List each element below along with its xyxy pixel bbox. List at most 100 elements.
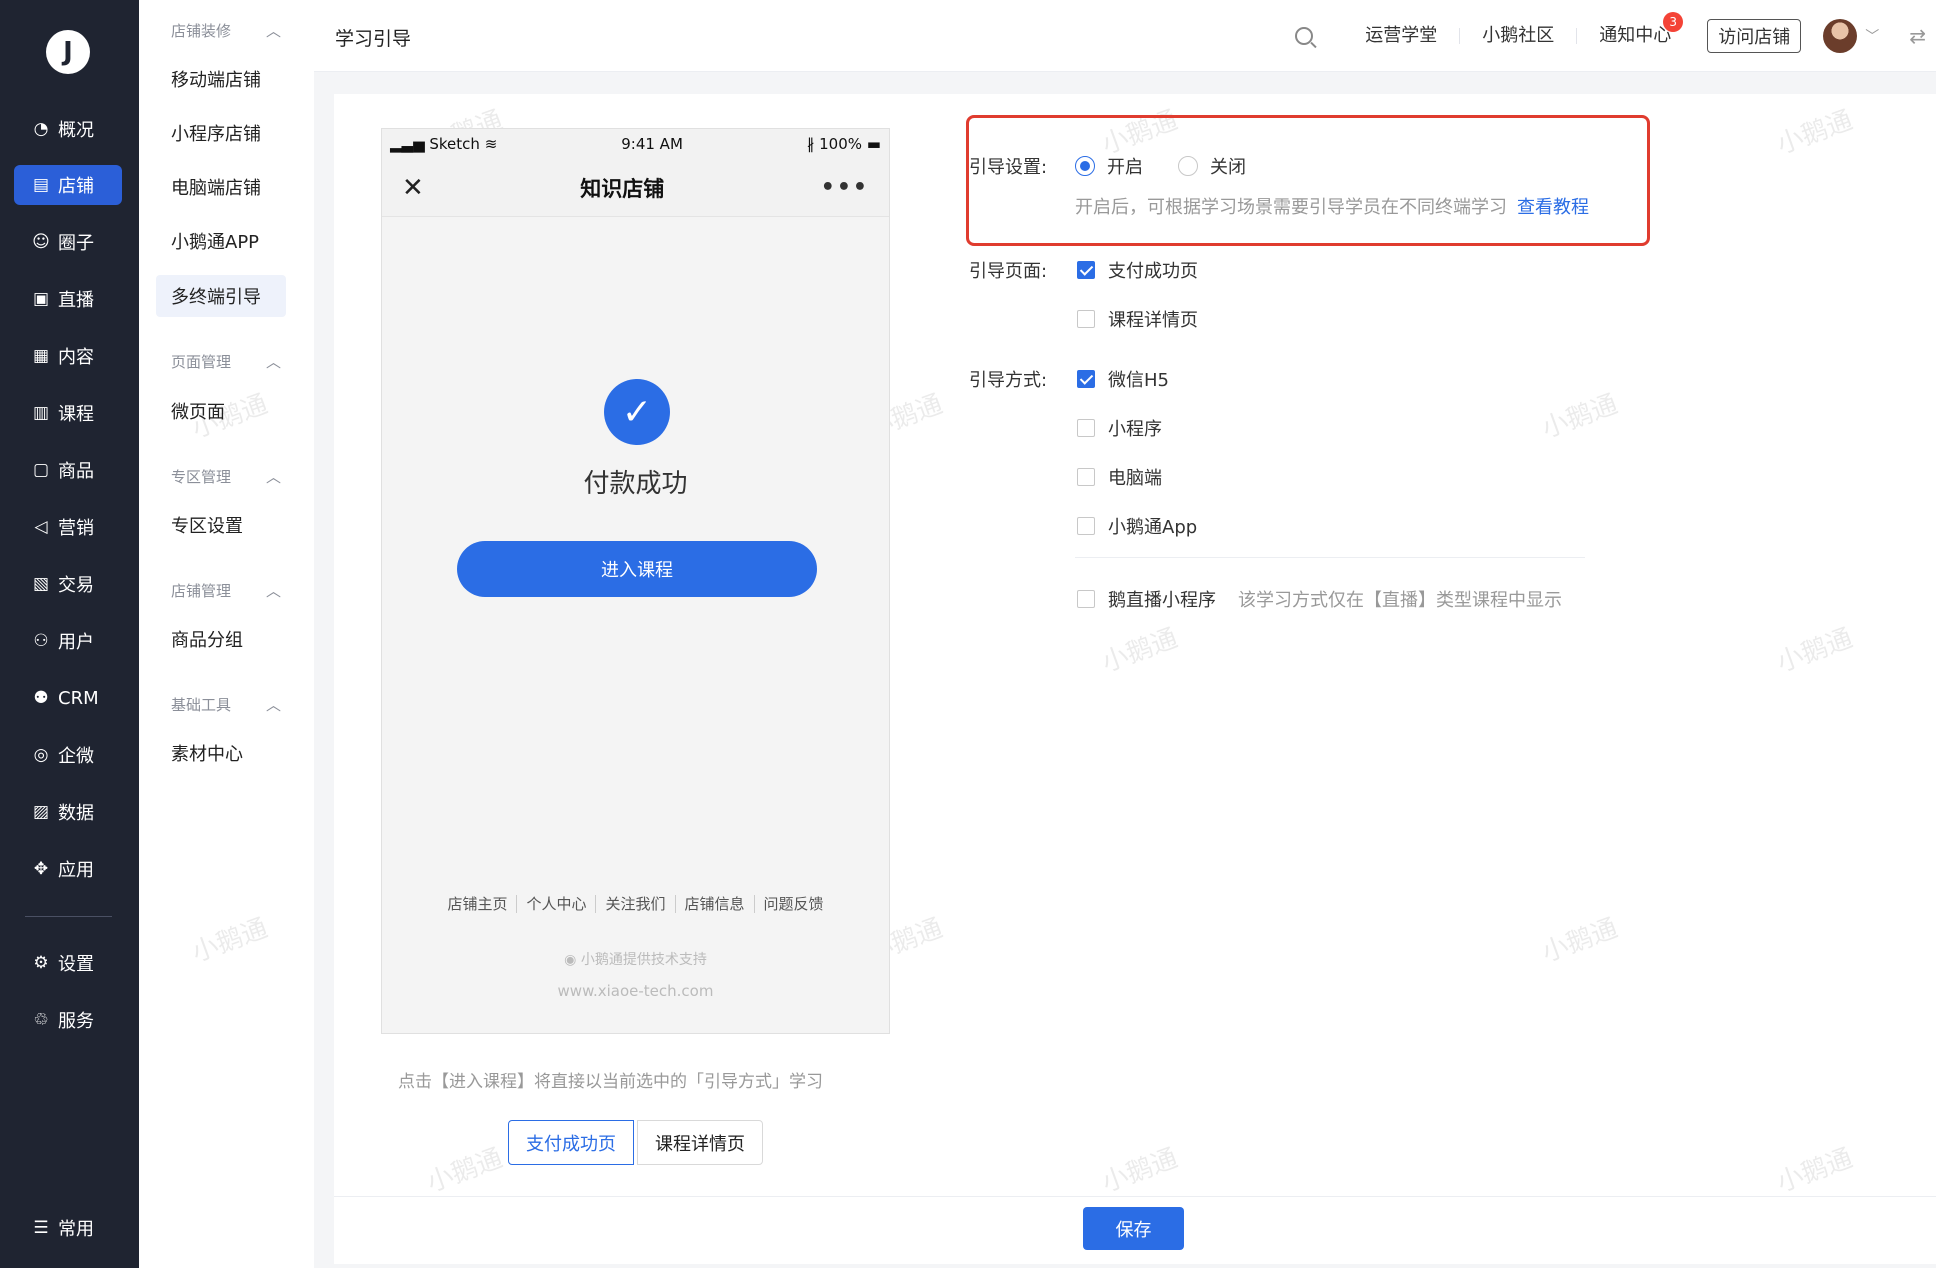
checkbox-app[interactable]: 小鹅通App	[1077, 513, 1197, 539]
radio-button-checked[interactable]	[1075, 156, 1095, 176]
visit-store-button[interactable]: 访问店铺	[1707, 19, 1802, 53]
subnav-item-zone-settings[interactable]: 专区设置	[156, 504, 286, 546]
tutorial-link[interactable]: 查看教程	[1517, 197, 1589, 218]
nav-item-goods[interactable]: ▢ 商品	[14, 450, 122, 490]
more-icon[interactable]: •••	[821, 175, 869, 200]
avatar[interactable]	[1823, 19, 1858, 53]
nav-label: 内容	[58, 347, 94, 368]
checkbox-wechat-h5[interactable]: 微信H5	[1077, 366, 1169, 392]
main-sidebar: J ◔ 概况 ▤ 店铺 ☺ 圈子 ▣ 直播 ▦ 内容 ▥ 课程 ▢ 商品 ◁ 营销 ▧ 交易 ⚇ 用…	[0, 0, 139, 1268]
brand-logo[interactable]: J	[46, 30, 90, 74]
checkbox-unchecked[interactable]	[1077, 310, 1095, 328]
nav-item-overview[interactable]: ◔ 概况	[14, 109, 122, 149]
nav-label: 营销	[58, 518, 94, 539]
carrier-text: ▂▃▅ Sketch ≋	[390, 135, 497, 153]
checkbox-label: 支付成功页	[1108, 261, 1198, 282]
subnav-group-decoration[interactable]: 店铺装修 ︿	[171, 20, 281, 41]
nav-item-data[interactable]: ▨ 数据	[14, 792, 122, 832]
nav-item-common[interactable]: ☰ 常用	[14, 1208, 122, 1248]
data-icon: ▨	[32, 802, 50, 822]
nav-item-marketing[interactable]: ◁ 营销	[14, 507, 122, 547]
radio-disable[interactable]: 关闭	[1178, 153, 1246, 179]
guide-description: 开启后，可根据学习场景需要引导学员在不同终端学习 查看教程	[1075, 193, 1589, 219]
guide-method-label: 引导方式:	[969, 370, 1048, 391]
group-title: 基础工具	[171, 696, 232, 714]
footer-link-follow[interactable]: 关注我们	[596, 895, 676, 913]
subnav-item-pc-store[interactable]: 电脑端店铺	[156, 166, 286, 208]
preview-hint: 点击【进入课程】将直接以当前选中的「引导方式」学习	[398, 1072, 823, 1092]
battery-icon: ▬	[866, 135, 881, 153]
checkbox-label: 微信H5	[1108, 370, 1169, 391]
wifi-icon: ≋	[484, 135, 498, 153]
subnav-group-pages[interactable]: 页面管理 ︿	[171, 351, 281, 372]
checkbox-payment-success[interactable]: 支付成功页	[1077, 257, 1198, 283]
subnav-group-zone[interactable]: 专区管理 ︿	[171, 466, 281, 487]
chart-pie-icon: ◔	[33, 119, 49, 139]
nav-item-settings[interactable]: ⚙ 设置	[14, 943, 122, 983]
subnav-item-goods-group[interactable]: 商品分组	[156, 618, 286, 660]
subnav-item-miniprogram-store[interactable]: 小程序店铺	[156, 112, 286, 154]
tab-course-detail[interactable]: 课程详情页	[637, 1120, 763, 1165]
site-url: www.xiaoe-tech.com	[557, 982, 714, 1000]
checkbox-unchecked[interactable]	[1077, 590, 1095, 608]
nav-item-user[interactable]: ⚇ 用户	[14, 621, 122, 661]
header-link-academy[interactable]: 运营学堂	[1343, 27, 1461, 45]
radio-enable[interactable]: 开启	[1075, 153, 1143, 179]
checkbox-miniprogram[interactable]: 小程序	[1077, 415, 1162, 441]
footer-link-home[interactable]: 店铺主页	[438, 895, 518, 913]
nav-item-content[interactable]: ▦ 内容	[14, 336, 122, 376]
subnav-group-store-mgmt[interactable]: 店铺管理 ︿	[171, 580, 281, 601]
checkbox-pc[interactable]: 电脑端	[1077, 464, 1162, 490]
radio-label: 关闭	[1210, 157, 1246, 178]
subnav-item-multi-terminal[interactable]: 多终端引导	[156, 275, 286, 317]
checkbox-unchecked[interactable]	[1077, 517, 1095, 535]
nav-label: 常用	[58, 1219, 94, 1240]
tab-payment-success[interactable]: 支付成功页	[508, 1120, 634, 1165]
nav-item-trade[interactable]: ▧ 交易	[14, 564, 122, 604]
service-icon: ♲	[33, 1010, 49, 1030]
nav-item-apps[interactable]: ✥ 应用	[14, 849, 122, 889]
tech-support-text: ◉ 小鹅通提供技术支持	[382, 949, 889, 969]
page-title: 学习引导	[335, 28, 412, 50]
nav-item-wecom[interactable]: ◎ 企微	[14, 735, 122, 775]
header-link-notifications[interactable]: 通知中心 3	[1577, 12, 1693, 45]
save-button[interactable]: 保存	[1083, 1207, 1184, 1250]
checkbox-checked[interactable]	[1077, 261, 1095, 279]
subnav-item-app[interactable]: 小鹅通APP	[156, 220, 286, 262]
search-icon[interactable]	[1295, 27, 1314, 45]
radio-button-unchecked[interactable]	[1178, 156, 1198, 176]
nav-item-crm[interactable]: ⚉ CRM	[14, 678, 122, 718]
radio-label: 开启	[1107, 157, 1143, 178]
phone-footer-links: 店铺主页 个人中心 关注我们 店铺信息 问题反馈	[382, 893, 889, 914]
footer-link-profile[interactable]: 个人中心	[517, 895, 597, 913]
checkbox-unchecked[interactable]	[1077, 468, 1095, 486]
nav-label: 圈子	[58, 233, 94, 254]
nav-item-course[interactable]: ▥ 课程	[14, 393, 122, 433]
chevron-down-icon[interactable]: ﹀	[1865, 26, 1879, 46]
subnav-group-tools[interactable]: 基础工具 ︿	[171, 694, 281, 715]
subnav-item-materials[interactable]: 素材中心	[156, 732, 286, 774]
checkbox-label: 电脑端	[1108, 468, 1162, 489]
header-link-community[interactable]: 小鹅社区	[1460, 27, 1578, 45]
footer-link-feedback[interactable]: 问题反馈	[755, 895, 833, 913]
nav-item-store[interactable]: ▤ 店铺	[14, 165, 122, 205]
enter-course-button[interactable]: 进入课程	[457, 541, 817, 597]
group-title: 专区管理	[171, 468, 232, 486]
switch-icon[interactable]: ⇄	[1909, 24, 1926, 48]
common-icon: ☰	[33, 1218, 49, 1238]
group-title: 页面管理	[171, 353, 232, 371]
checkbox-live-miniprogram[interactable]: 鹅直播小程序 该学习方式仅在【直播】类型课程中显示	[1077, 586, 1562, 612]
nav-item-service[interactable]: ♲ 服务	[14, 1000, 122, 1040]
checkbox-checked[interactable]	[1077, 370, 1095, 388]
checkbox-course-detail[interactable]: 课程详情页	[1077, 306, 1198, 332]
check-icon: ✓	[604, 379, 670, 445]
close-icon[interactable]: ✕	[402, 173, 424, 203]
checkbox-unchecked[interactable]	[1077, 419, 1095, 437]
subnav-item-mobile-store[interactable]: 移动端店铺	[156, 58, 286, 100]
nav-item-live[interactable]: ▣ 直播	[14, 279, 122, 319]
nav-item-community[interactable]: ☺ 圈子	[14, 222, 122, 262]
subnav-item-micro-page[interactable]: 微页面	[156, 390, 286, 432]
battery-label: 100%	[819, 135, 863, 153]
footer-link-info[interactable]: 店铺信息	[675, 895, 755, 913]
checkbox-label: 鹅直播小程序	[1108, 590, 1216, 611]
